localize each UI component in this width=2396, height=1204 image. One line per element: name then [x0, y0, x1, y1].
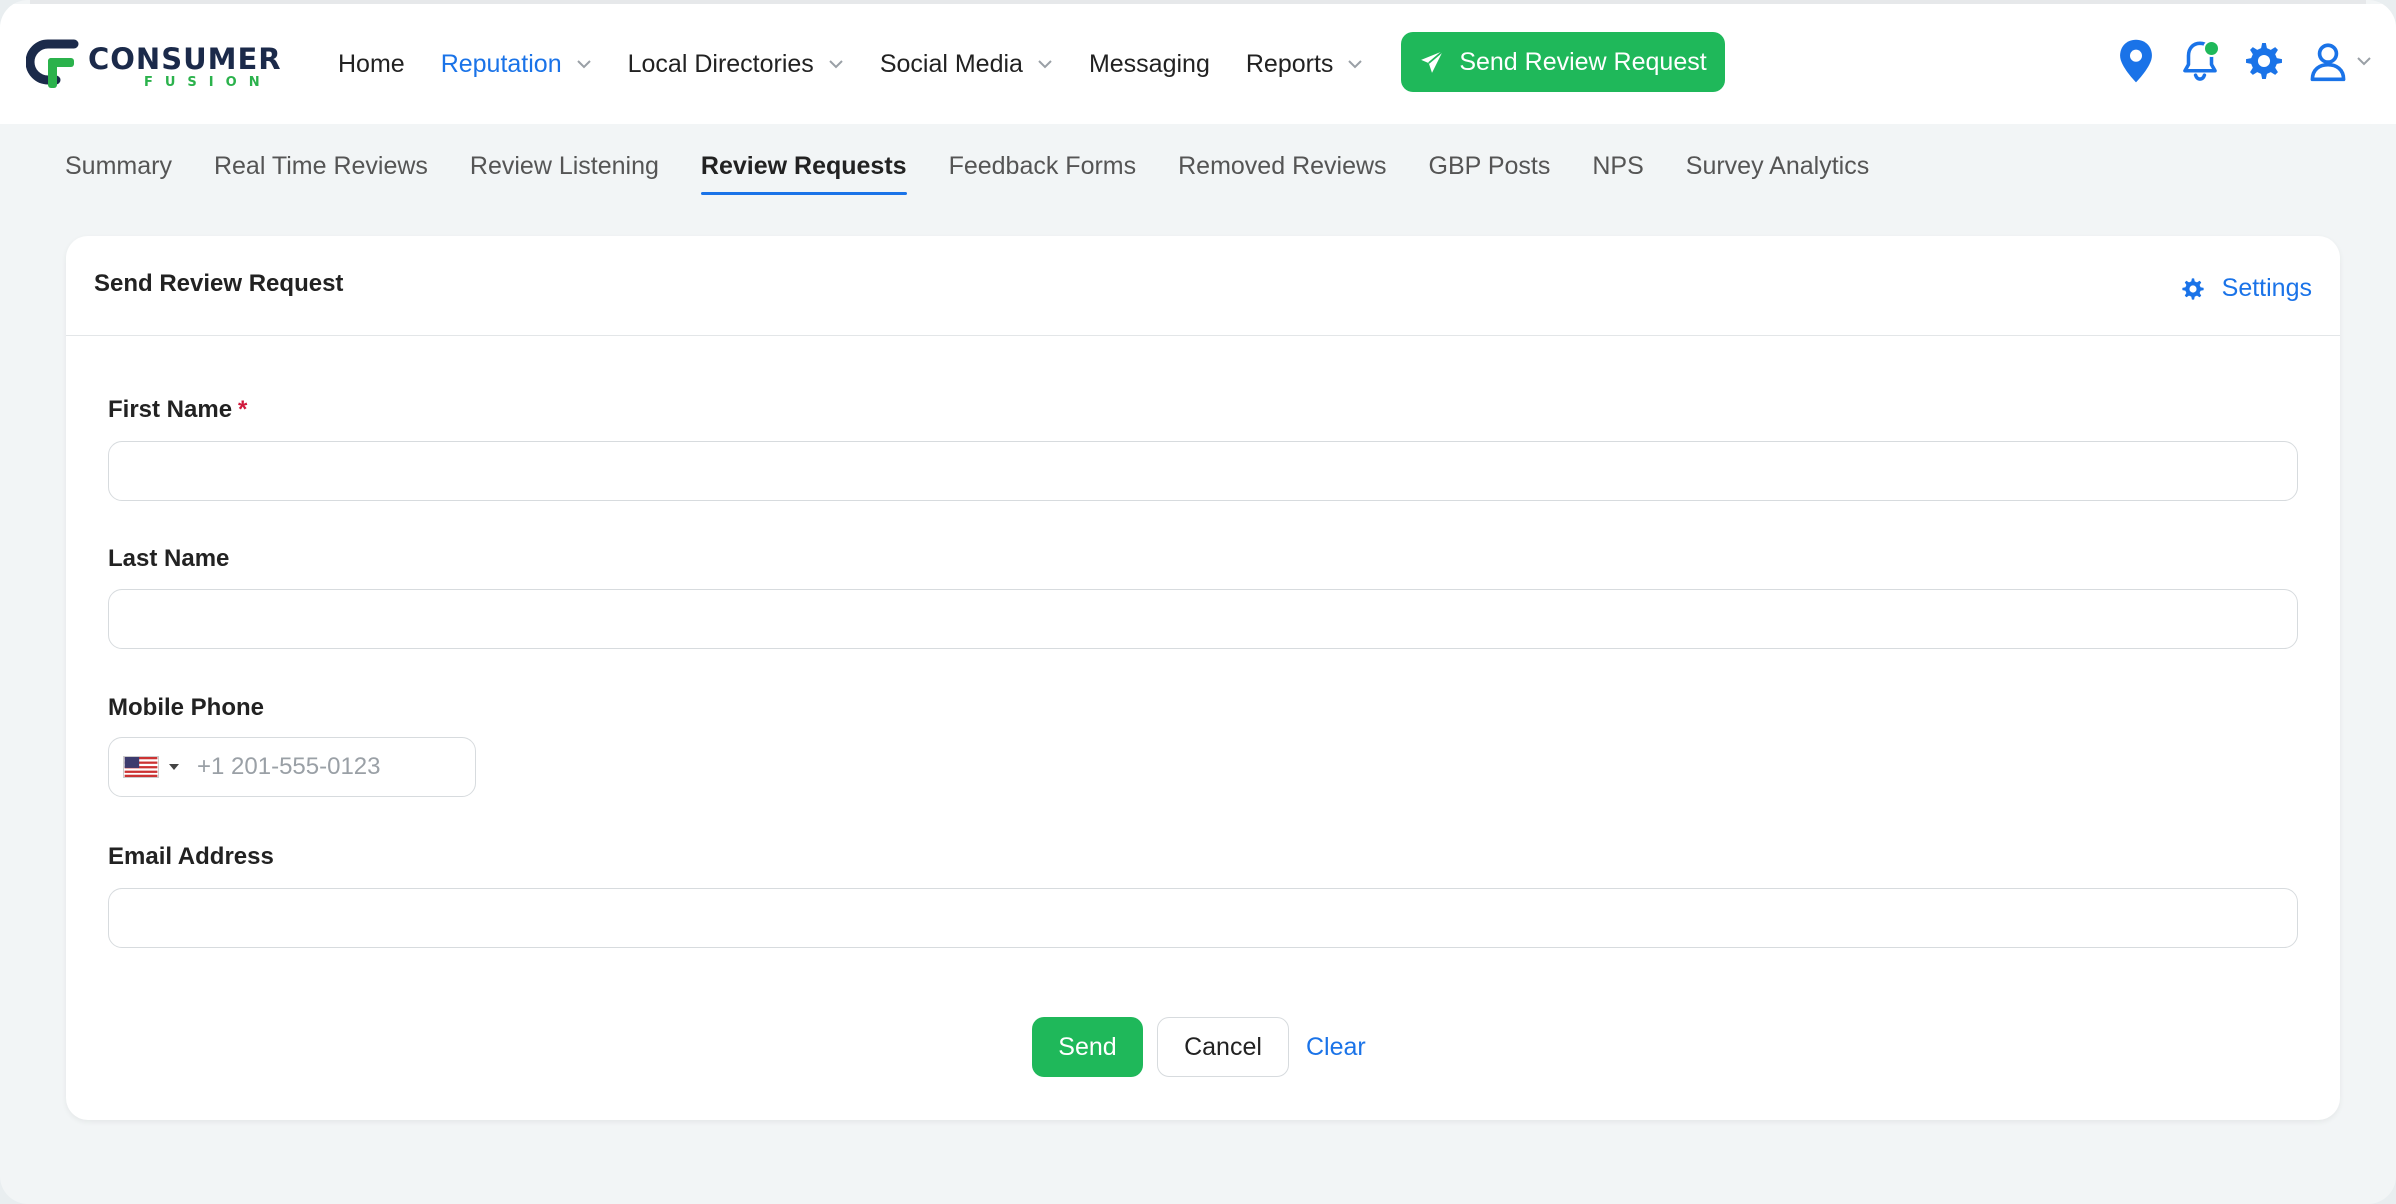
send-button[interactable]: Send [1032, 1017, 1143, 1077]
paper-plane-icon [1421, 50, 1444, 73]
user-icon[interactable] [2306, 38, 2350, 84]
tab-real-time-reviews[interactable]: Real Time Reviews [214, 152, 428, 195]
country-selector[interactable] [123, 756, 179, 778]
tab-summary[interactable]: Summary [65, 152, 172, 195]
nav-home[interactable]: Home [338, 50, 405, 79]
chevron-down-icon [1348, 60, 1363, 69]
nav-reputation-label: Reputation [440, 49, 562, 78]
nav-social-media-label: Social Media [879, 49, 1023, 78]
required-mark: * [238, 396, 248, 423]
caret-down-icon [169, 764, 179, 770]
mobile-phone-input[interactable] [197, 753, 447, 781]
send-review-request-button[interactable]: Send Review Request [1401, 32, 1725, 92]
nav-messaging-label: Messaging [1088, 49, 1210, 78]
tab-review-listening[interactable]: Review Listening [470, 152, 659, 195]
top-header: CONSUMER FUSION Home Reputation Local Di… [0, 4, 2396, 124]
card-header: Send Review Request Settings [66, 236, 2340, 336]
send-review-request-label: Send Review Request [1459, 47, 1707, 76]
logo-mark-icon [26, 39, 79, 88]
gear-icon[interactable] [2242, 38, 2286, 84]
tab-nps[interactable]: NPS [1592, 152, 1643, 195]
card-title: Send Review Request [94, 270, 344, 297]
reputation-tabs: Summary Real Time Reviews Review Listeni… [65, 152, 1911, 195]
nav-reputation[interactable]: Reputation [441, 50, 592, 79]
last-name-label: Last Name [108, 545, 230, 572]
settings-label: Settings [2221, 274, 2312, 302]
send-review-request-card: Send Review Request Settings First Name *… [66, 236, 2340, 1120]
gear-icon [2182, 277, 2204, 300]
chevron-down-icon [1038, 60, 1052, 69]
first-name-label: First Name * [108, 396, 247, 424]
nav-reports[interactable]: Reports [1246, 50, 1364, 79]
nav-home-label: Home [338, 49, 405, 78]
logo-wordmark: CONSUMER [88, 42, 282, 76]
nav-social-media[interactable]: Social Media [880, 50, 1053, 79]
tab-feedback-forms[interactable]: Feedback Forms [949, 152, 1137, 195]
nav-reports-label: Reports [1245, 49, 1334, 78]
nav-local-directories-label: Local Directories [627, 49, 814, 78]
last-name-input[interactable] [108, 589, 2298, 649]
chevron-down-icon[interactable] [2356, 56, 2372, 66]
header-icons [2094, 38, 2372, 84]
logo[interactable]: CONSUMER FUSION [26, 38, 288, 90]
form-actions: Send Cancel Clear [66, 1017, 2340, 1077]
chevron-down-icon [576, 60, 591, 69]
nav-local-directories[interactable]: Local Directories [628, 50, 844, 79]
first-name-label-text: First Name [108, 396, 233, 423]
tab-survey-analytics[interactable]: Survey Analytics [1686, 152, 1869, 195]
tab-removed-reviews[interactable]: Removed Reviews [1178, 152, 1386, 195]
email-address-input[interactable] [108, 888, 2298, 948]
tab-gbp-posts[interactable]: GBP Posts [1429, 152, 1551, 195]
chevron-down-icon [829, 60, 843, 69]
settings-link[interactable]: Settings [2180, 274, 2312, 303]
app-window: CONSUMER FUSION Home Reputation Local Di… [0, 0, 2396, 1204]
clear-button[interactable]: Clear [1306, 1033, 1366, 1062]
location-pin-icon[interactable] [2114, 38, 2158, 84]
mobile-phone-label: Mobile Phone [108, 694, 264, 721]
mobile-phone-field [108, 737, 476, 797]
main-nav: Home Reputation Local Directories Social… [338, 4, 1399, 124]
first-name-input[interactable] [108, 441, 2298, 501]
nav-messaging[interactable]: Messaging [1089, 50, 1210, 79]
notification-badge [2203, 40, 2220, 57]
notifications-button[interactable] [2178, 38, 2222, 84]
us-flag-icon [123, 756, 159, 778]
logo-tagline: FUSION [144, 75, 272, 90]
email-address-label: Email Address [108, 843, 274, 870]
cancel-button[interactable]: Cancel [1157, 1017, 1289, 1077]
tab-review-requests[interactable]: Review Requests [700, 152, 907, 195]
